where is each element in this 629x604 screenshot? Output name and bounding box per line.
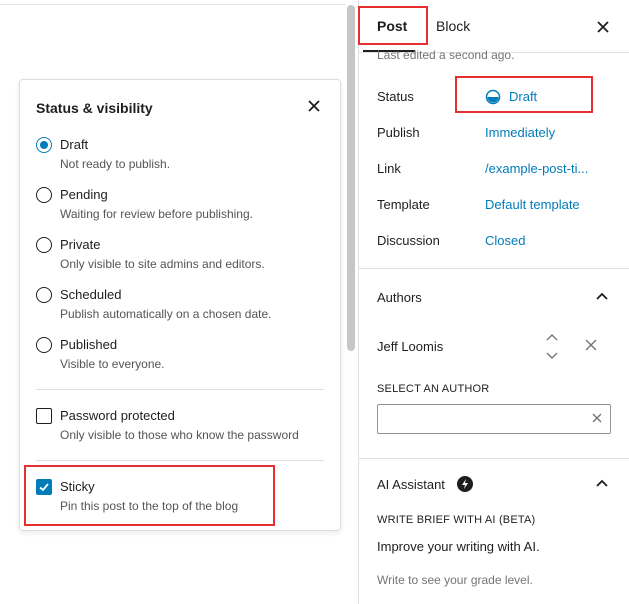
- close-icon[interactable]: [306, 98, 322, 114]
- authors-section-title[interactable]: Authors: [377, 290, 422, 305]
- publish-label: Publish: [377, 125, 420, 140]
- canvas-top-divider: [0, 4, 345, 5]
- chevron-up-icon[interactable]: [546, 333, 558, 341]
- option-label: Sticky: [60, 479, 95, 494]
- section-divider: [359, 268, 629, 269]
- popover-title: Status & visibility: [36, 100, 153, 116]
- clear-input-icon[interactable]: [592, 413, 602, 423]
- option-label: Published: [60, 337, 118, 352]
- write-brief-label: WRITE BRIEF WITH AI (BETA): [377, 514, 536, 526]
- settings-sidebar: Post Block Last edited a second ago. Sta…: [358, 0, 629, 604]
- canvas-scrollbar[interactable]: [347, 5, 355, 351]
- radio-private[interactable]: [36, 237, 52, 253]
- option-label: Private: [60, 237, 101, 252]
- radio-pending[interactable]: [36, 187, 52, 203]
- last-edited-text: Last edited a second ago.: [377, 48, 515, 62]
- link-label: Link: [377, 161, 401, 176]
- permalink-value-link[interactable]: /example-post-ti...: [485, 161, 588, 176]
- option-description: Only visible to site admins and editors.: [60, 257, 265, 271]
- tab-post[interactable]: Post: [377, 18, 407, 34]
- discussion-label: Discussion: [377, 233, 440, 248]
- publish-value-link[interactable]: Immediately: [485, 125, 555, 140]
- sticky-checkbox[interactable]: [36, 479, 52, 495]
- chevron-up-icon[interactable]: [596, 292, 608, 300]
- chevron-up-icon[interactable]: [596, 479, 608, 487]
- option-label: Draft: [60, 137, 89, 152]
- status-value: Draft: [509, 89, 538, 104]
- author-name: Jeff Loomis: [377, 339, 444, 354]
- sidebar-tabs: Post Block: [359, 0, 629, 53]
- popover-divider: [36, 460, 324, 461]
- radio-scheduled[interactable]: [36, 287, 52, 303]
- ai-assistant-section-title[interactable]: AI Assistant: [377, 477, 445, 492]
- checkmark-icon: [39, 483, 49, 492]
- author-search-input[interactable]: [377, 404, 611, 434]
- password-checkbox[interactable]: [36, 408, 52, 424]
- option-description: Visible to everyone.: [60, 357, 165, 371]
- option-label: Password protected: [60, 408, 175, 423]
- section-divider: [359, 458, 629, 459]
- lightning-icon: [457, 476, 473, 492]
- tab-block[interactable]: Block: [436, 18, 470, 34]
- option-label: Scheduled: [60, 287, 122, 302]
- half-circle-status-icon: [485, 89, 501, 105]
- radio-draft[interactable]: [36, 137, 52, 153]
- close-icon[interactable]: [596, 20, 610, 34]
- template-value-link[interactable]: Default template: [485, 197, 580, 212]
- template-label: Template: [377, 197, 430, 212]
- discussion-value-link[interactable]: Closed: [485, 233, 525, 248]
- option-description: Pin this post to the top of the blog: [60, 499, 239, 513]
- radio-published[interactable]: [36, 337, 52, 353]
- improve-writing-text: Improve your writing with AI.: [377, 539, 540, 554]
- option-label: Pending: [60, 187, 108, 202]
- remove-x-icon[interactable]: [584, 338, 598, 352]
- option-description: Only visible to those who know the passw…: [60, 428, 299, 442]
- option-description: Not ready to publish.: [60, 157, 171, 171]
- status-label: Status: [377, 89, 414, 104]
- option-description: Publish automatically on a chosen date.: [60, 307, 272, 321]
- popover-divider: [36, 389, 324, 390]
- option-description: Waiting for review before publishing.: [60, 207, 253, 221]
- grade-level-text: Write to see your grade level.: [377, 573, 533, 587]
- status-visibility-popover: Status & visibility Draft Not ready to p…: [19, 79, 341, 531]
- chevron-down-icon[interactable]: [546, 352, 558, 360]
- select-author-label: SELECT AN AUTHOR: [377, 383, 490, 395]
